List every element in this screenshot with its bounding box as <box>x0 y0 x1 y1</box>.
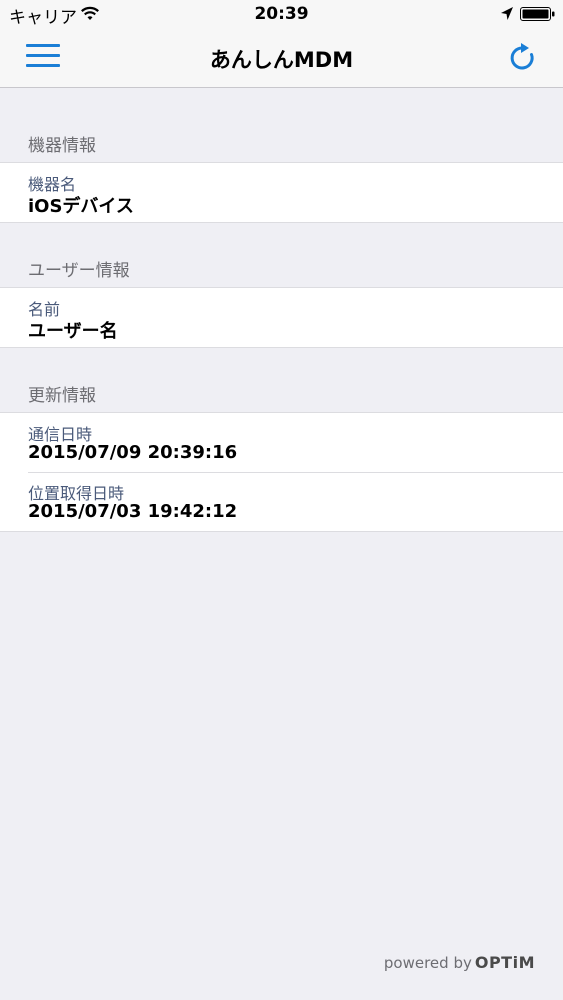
optim-logo: OPTiM <box>474 953 535 972</box>
update-info-group: 通信日時 2015/07/09 20:39:16 位置取得日時 2015/07/… <box>0 412 563 532</box>
list-item-device-name: 機器名 iOSデバイス <box>0 163 563 222</box>
cell-value: iOSデバイス <box>28 196 134 217</box>
battery-icon <box>520 6 556 26</box>
section-header-update-info: 更新情報 <box>28 386 96 406</box>
list-item-user-name: 名前 ユーザー名 <box>0 288 563 347</box>
status-bar: キャリア 20:39 <box>0 0 563 30</box>
status-time: 20:39 <box>254 4 309 24</box>
location-arrow-icon <box>500 6 514 26</box>
powered-by-text: powered by <box>383 954 472 972</box>
screen: キャリア 20:39 あんしんMDM 機器情報 機器名 iOSデバイス ユーザー… <box>0 0 563 1000</box>
powered-by-footer: powered by OPTiM <box>384 953 535 972</box>
refresh-icon[interactable] <box>505 40 541 76</box>
navigation-bar: あんしんMDM <box>0 30 563 88</box>
cell-value: ユーザー名 <box>28 321 118 342</box>
list-item-location-time: 位置取得日時 2015/07/03 19:42:12 <box>0 472 563 531</box>
user-info-group: 名前 ユーザー名 <box>0 287 563 348</box>
page-title: あんしんMDM <box>209 48 354 72</box>
device-info-group: 機器名 iOSデバイス <box>0 162 563 223</box>
section-header-user-info: ユーザー情報 <box>28 261 130 281</box>
cell-value: 2015/07/03 19:42:12 <box>28 501 238 522</box>
section-header-device-info: 機器情報 <box>28 136 96 156</box>
cell-value: 2015/07/09 20:39:16 <box>28 442 238 463</box>
list-item-communication-time: 通信日時 2015/07/09 20:39:16 <box>0 413 563 472</box>
